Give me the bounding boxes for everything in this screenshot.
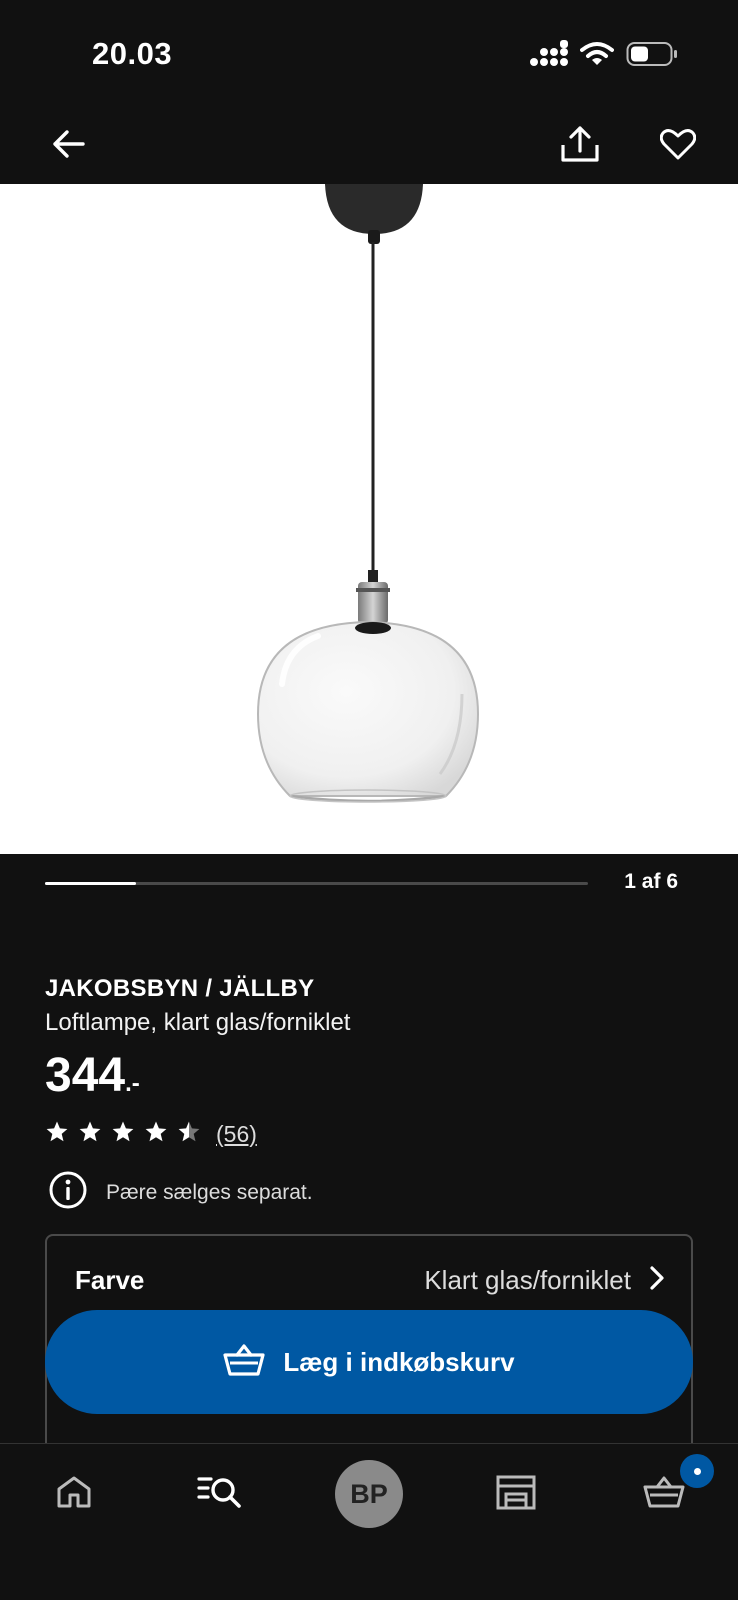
- avatar: BP: [335, 1460, 403, 1528]
- star-icon: [177, 1120, 201, 1148]
- cart-badge: [680, 1454, 714, 1488]
- star-icon: [144, 1120, 168, 1148]
- tab-cart[interactable]: [614, 1444, 714, 1544]
- share-button[interactable]: [556, 122, 604, 170]
- chevron-right-icon: [649, 1265, 665, 1296]
- gallery-progress-bar: [45, 882, 588, 885]
- product-rating[interactable]: (56): [45, 1120, 257, 1148]
- variant-value: Klart glas/forniklet: [424, 1264, 631, 1295]
- info-icon: [48, 1170, 88, 1215]
- cellular-signal-icon: [530, 40, 568, 73]
- back-button[interactable]: [44, 122, 92, 170]
- battery-icon: [626, 40, 678, 73]
- bulb-notice-text: Pære sælges separat.: [106, 1180, 313, 1204]
- home-icon: [56, 1475, 92, 1514]
- store-icon: [496, 1474, 536, 1515]
- gallery-progress-fill: [45, 882, 136, 885]
- tab-search[interactable]: [170, 1444, 270, 1544]
- cart-icon: [643, 1475, 685, 1514]
- bottom-tab-bar: BP: [0, 1443, 738, 1600]
- gallery-counter: 1 af 6: [624, 870, 678, 893]
- tab-home[interactable]: [24, 1444, 124, 1544]
- star-icon: [111, 1120, 135, 1148]
- color-variant-row[interactable]: Farve Klart glas/forniklet: [75, 1260, 665, 1300]
- pendant-lamp-image: [256, 184, 480, 803]
- bulb-notice: Pære sælges separat.: [48, 1170, 313, 1215]
- product-price: 344.-: [45, 1048, 140, 1112]
- cart-badge-dot: [693, 1467, 701, 1475]
- price-value: 344: [45, 1049, 126, 1102]
- share-icon: [560, 125, 600, 168]
- variant-label: Farve: [75, 1264, 145, 1295]
- heart-icon: [659, 128, 697, 165]
- rating-stars: [45, 1120, 201, 1148]
- add-to-cart-button[interactable]: Læg i indkøbskurv: [45, 1310, 693, 1414]
- favorite-button[interactable]: [654, 122, 702, 170]
- tab-profile[interactable]: BP: [319, 1444, 419, 1544]
- star-icon: [78, 1120, 102, 1148]
- wifi-icon: [580, 41, 614, 72]
- rating-count-link[interactable]: (56): [216, 1121, 257, 1148]
- search-icon: [197, 1474, 243, 1515]
- add-to-cart-label: Læg i indkøbskurv: [283, 1346, 515, 1377]
- product-description: Loftlampe, klart glas/forniklet: [45, 1009, 351, 1036]
- top-nav-bar: [0, 108, 738, 184]
- product-image[interactable]: [0, 184, 738, 854]
- product-brand: JAKOBSBYN / JÄLLBY: [45, 975, 315, 1002]
- tab-store[interactable]: [466, 1444, 566, 1544]
- basket-icon: [223, 1343, 266, 1382]
- star-icon: [45, 1120, 69, 1148]
- status-time: 20.03: [92, 36, 173, 71]
- status-bar: 20.03: [0, 0, 738, 108]
- price-suffix: .-: [125, 1070, 140, 1097]
- status-icons: [530, 40, 678, 73]
- back-arrow-icon: [51, 129, 85, 164]
